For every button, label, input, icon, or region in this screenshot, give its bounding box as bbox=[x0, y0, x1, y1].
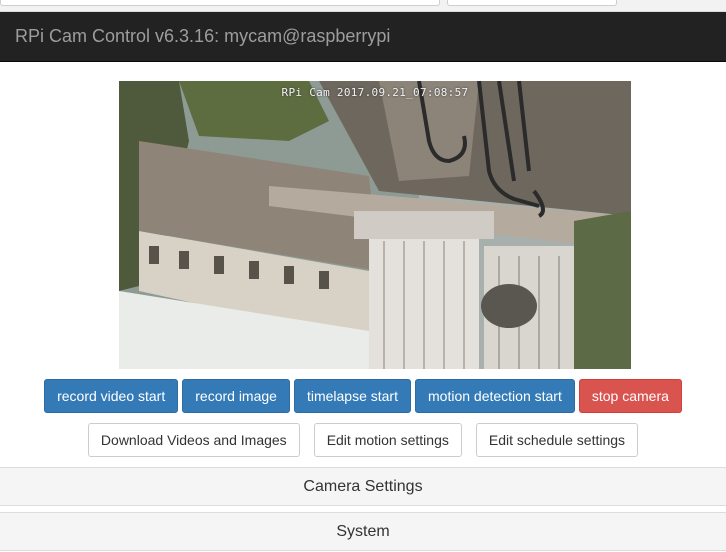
camera-preview-image bbox=[119, 81, 631, 369]
edit-motion-settings-button[interactable]: Edit motion settings bbox=[313, 423, 462, 457]
record-image-button[interactable]: record image bbox=[182, 379, 290, 413]
top-button-box[interactable] bbox=[447, 0, 617, 6]
camera-settings-panel-toggle[interactable]: Camera Settings bbox=[0, 467, 726, 506]
rpi-cam-page: RPi Cam Control v6.3.16: mycam@raspberry… bbox=[0, 0, 726, 552]
preview-timestamp: RPi Cam 2017.09.21_07:08:57 bbox=[281, 86, 469, 99]
download-videos-images-button[interactable]: Download Videos and Images bbox=[87, 423, 300, 457]
navbar-brand[interactable]: RPi Cam Control v6.3.16: mycam@raspberry… bbox=[15, 26, 390, 47]
camera-control-buttons: record video start record image timelaps… bbox=[0, 379, 726, 413]
camera-preview[interactable]: RPi Cam 2017.09.21_07:08:57 bbox=[119, 81, 631, 369]
edit-schedule-settings-button[interactable]: Edit schedule settings bbox=[475, 423, 639, 457]
motion-detection-start-button[interactable]: motion detection start bbox=[415, 379, 575, 413]
system-panel-toggle[interactable]: System bbox=[0, 512, 726, 551]
top-input-box[interactable] bbox=[0, 0, 440, 6]
navbar: RPi Cam Control v6.3.16: mycam@raspberry… bbox=[0, 12, 726, 62]
navigation-buttons: Download Videos and Images Edit motion s… bbox=[0, 423, 726, 457]
top-strip bbox=[0, 0, 726, 12]
timelapse-start-button[interactable]: timelapse start bbox=[293, 379, 411, 413]
record-video-start-button[interactable]: record video start bbox=[44, 379, 179, 413]
stop-camera-button[interactable]: stop camera bbox=[578, 379, 682, 413]
